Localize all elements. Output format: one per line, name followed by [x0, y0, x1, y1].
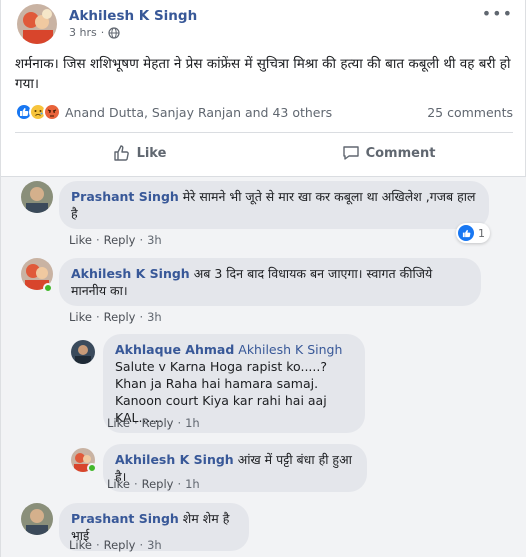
author-name[interactable]: Akhilesh K Singh — [69, 7, 197, 25]
comment-reply-link[interactable]: Reply — [142, 477, 174, 491]
comment-button[interactable]: Comment — [264, 136, 513, 170]
comment-icon — [342, 146, 359, 160]
online-status-indicator — [87, 463, 97, 473]
mention-link[interactable]: Akhilesh K Singh — [238, 342, 342, 357]
comment: Prashant Singh मेरे सामने भी जूते से मार … — [21, 181, 489, 229]
reaction-count: 1 — [478, 226, 485, 240]
comment-time[interactable]: 1h — [185, 477, 200, 491]
commenter-name[interactable]: Akhilesh K Singh — [115, 452, 234, 467]
thumbs-up-icon — [113, 145, 129, 161]
online-status-indicator — [43, 283, 53, 293]
comment-reaction-count[interactable]: 1 — [456, 223, 490, 243]
author-meta: Akhilesh K Singh 3 hrs · — [69, 7, 197, 41]
comment-time[interactable]: 3h — [147, 538, 162, 552]
comment-reply-link[interactable]: Reply — [104, 310, 136, 324]
angry-icon — [43, 103, 61, 121]
reactors-text[interactable]: Anand Dutta, Sanjay Ranjan and 43 others — [65, 105, 332, 120]
divider — [15, 132, 513, 133]
comment-like-link[interactable]: Like — [69, 233, 92, 247]
comment-reply-link[interactable]: Reply — [104, 538, 136, 552]
globe-icon — [108, 27, 120, 39]
like-label: Like — [136, 145, 167, 161]
comment-time[interactable]: 1h — [185, 416, 200, 430]
post-card: Akhilesh K Singh 3 hrs · ••• शर्मनाक। जि… — [0, 0, 526, 557]
comment-time[interactable]: 3h — [147, 233, 162, 247]
comment-like-link[interactable]: Like — [107, 416, 130, 430]
meta-separator: · — [100, 26, 105, 39]
comment-like-link[interactable]: Like — [107, 477, 130, 491]
comment-actions: Like · Reply · 3h — [69, 310, 162, 324]
commenter-name[interactable]: Akhilesh K Singh — [71, 266, 190, 281]
comment-text-line: Salute v Karna Hoga rapist ko.....? — [115, 359, 327, 374]
post-text: शर्मनाक। जिस शशिभूषण मेहता ने प्रेस कांफ… — [15, 56, 511, 92]
comment-text-line: Khan ja Raha hai hamara samaj. — [115, 376, 319, 391]
reaction-summary[interactable]: Anand Dutta, Sanjay Ranjan and 43 others — [15, 103, 332, 121]
comments-count[interactable]: 25 comments — [427, 105, 513, 120]
more-options-icon[interactable]: ••• — [482, 4, 513, 23]
commenter-avatar[interactable] — [71, 340, 95, 364]
comment-like-link[interactable]: Like — [69, 538, 92, 552]
comment-reply-link[interactable]: Reply — [142, 416, 174, 430]
comment-bubble: Prashant Singh मेरे सामने भी जूते से मार … — [59, 181, 489, 229]
post-meta: 3 hrs · — [69, 25, 197, 41]
like-icon — [458, 225, 474, 241]
comment-bubble: Akhilesh K Singh अब 3 दिन बाद विधायक बन ज… — [59, 258, 481, 306]
comment-actions: Like · Reply · 1h — [107, 477, 200, 491]
post-actions: Like Comment — [15, 136, 513, 170]
comment-actions: Like · Reply · 3h — [69, 538, 162, 552]
commenter-avatar[interactable] — [21, 181, 53, 213]
author-avatar[interactable] — [17, 4, 57, 44]
post-header: Akhilesh K Singh 3 hrs · — [17, 4, 197, 44]
comment-like-link[interactable]: Like — [69, 310, 92, 324]
comment-time[interactable]: 3h — [147, 310, 162, 324]
comments-section: Prashant Singh मेरे सामने भी जूते से मार … — [1, 176, 526, 557]
comment-label: Comment — [365, 145, 436, 161]
comment: Akhilesh K Singh अब 3 दिन बाद विधायक बन ज… — [21, 258, 481, 306]
commenter-name[interactable]: Prashant Singh — [71, 511, 179, 526]
post-time[interactable]: 3 hrs — [69, 25, 97, 41]
reactions-bar: Anand Dutta, Sanjay Ranjan and 43 others… — [15, 102, 513, 122]
commenter-name[interactable]: Prashant Singh — [71, 189, 179, 204]
avatar-image — [17, 4, 57, 44]
comment-actions: Like · Reply · 3h — [69, 233, 162, 247]
commenter-avatar[interactable] — [21, 503, 53, 535]
commenter-name[interactable]: Akhlaque Ahmad — [115, 342, 234, 357]
comment-actions: Like · Reply · 1h — [107, 416, 200, 430]
page: Akhilesh K Singh 3 hrs · ••• शर्मनाक। जि… — [0, 0, 526, 557]
comment-reply-link[interactable]: Reply — [104, 233, 136, 247]
like-button[interactable]: Like — [15, 136, 264, 170]
